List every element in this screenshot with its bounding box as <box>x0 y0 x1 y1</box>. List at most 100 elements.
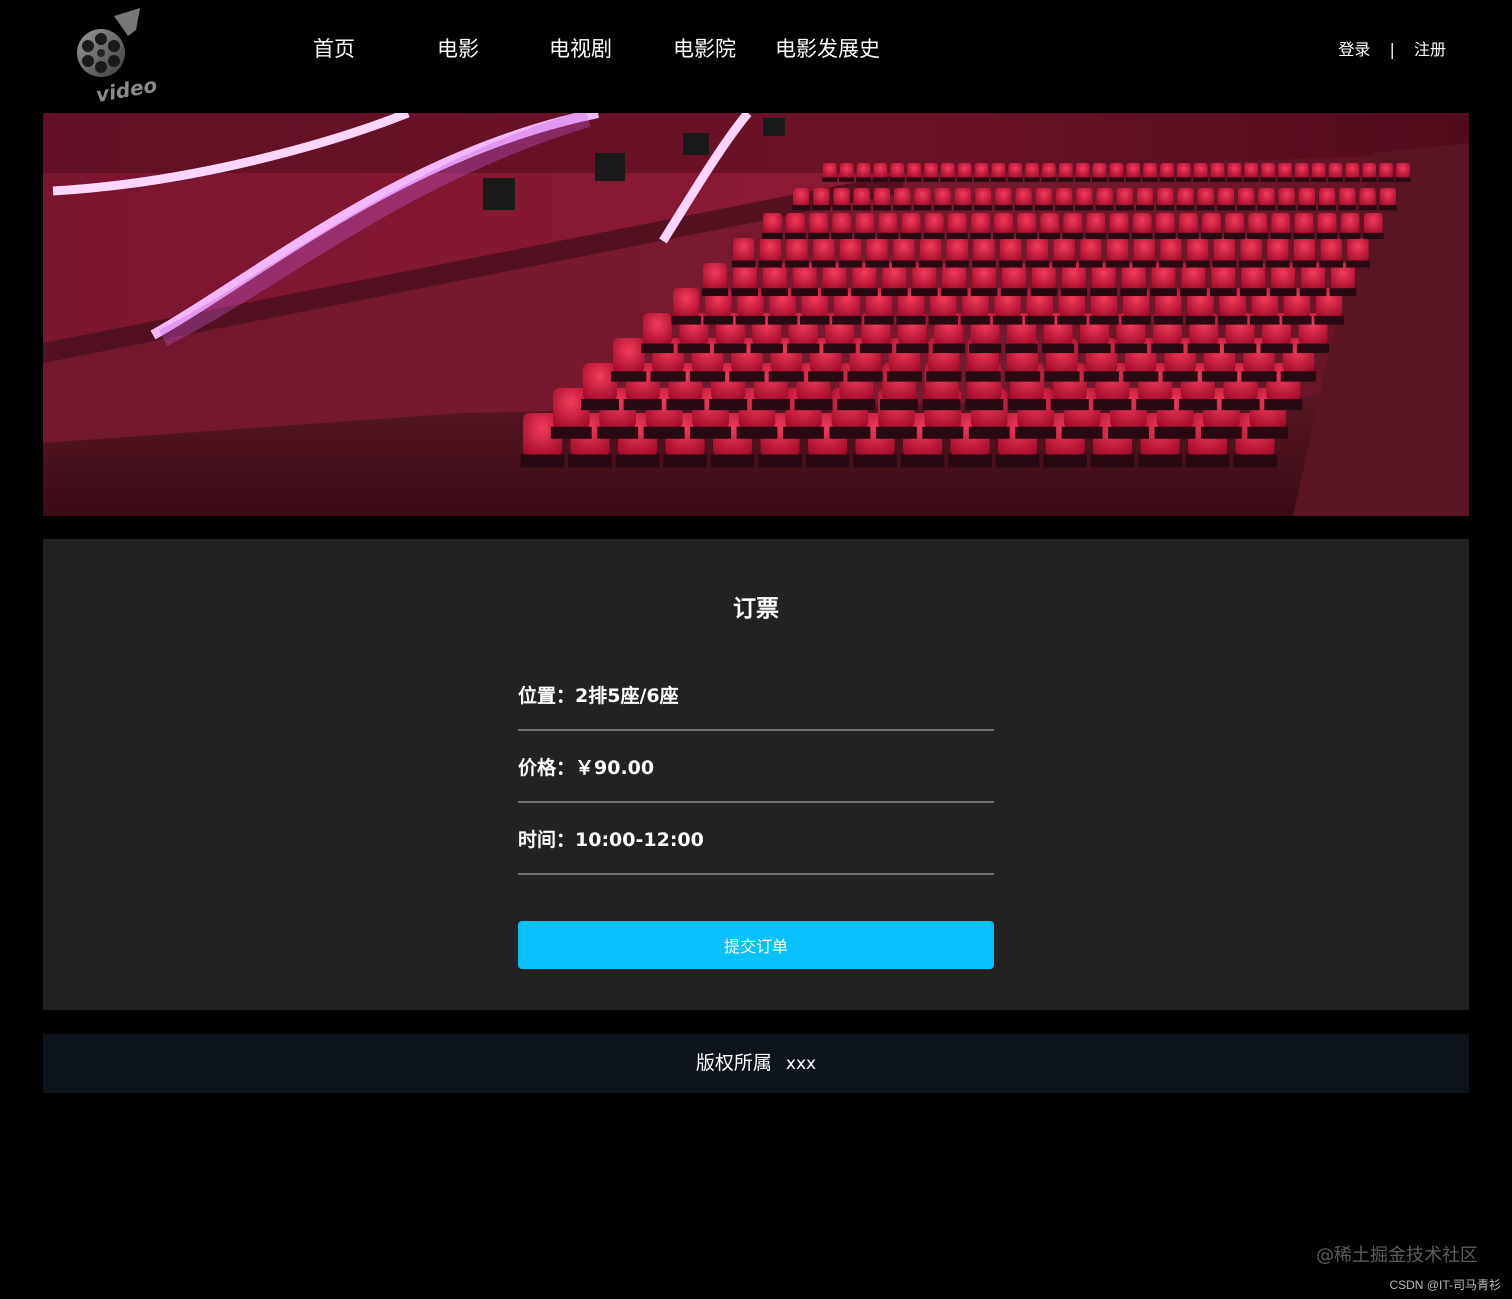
seat-base <box>1041 343 1075 354</box>
auth-links: 登录 | 注册 <box>1338 36 1446 63</box>
theater-seat <box>941 163 955 179</box>
theater-seat <box>1143 163 1157 179</box>
seat-base <box>838 260 863 268</box>
theater-seat <box>1086 213 1106 234</box>
theater-seat <box>793 188 810 207</box>
seat-base <box>1162 371 1198 382</box>
seat-base <box>923 232 945 239</box>
seat-base <box>1282 315 1312 325</box>
seat-base <box>1277 205 1296 211</box>
login-link[interactable]: 登录 <box>1338 37 1370 63</box>
seat-base <box>940 177 956 182</box>
seat-base <box>889 177 905 182</box>
seat-base <box>1123 371 1159 382</box>
seat-base <box>968 426 1010 439</box>
seat-base <box>896 343 929 354</box>
theater-seat <box>1040 213 1060 234</box>
theater-seat <box>1294 213 1314 234</box>
seat-base <box>960 315 991 325</box>
nav-film-history[interactable]: 电影发展史 <box>775 32 880 66</box>
seat-base <box>808 371 844 382</box>
theater-seat <box>957 163 972 179</box>
nav-home[interactable]: 首页 <box>313 32 355 66</box>
theater-seat <box>1056 188 1073 207</box>
theater-seat <box>1053 238 1075 262</box>
theater-seat <box>901 213 921 234</box>
seat-base <box>1243 177 1259 182</box>
seat-base <box>851 288 878 297</box>
seat-base <box>1180 288 1207 297</box>
seat-base <box>1257 205 1276 211</box>
theater-seat <box>907 163 921 179</box>
seat-base <box>913 205 932 211</box>
theater-seat <box>971 213 990 234</box>
seat-base <box>736 426 778 439</box>
seat-base <box>1314 315 1344 325</box>
theater-seat <box>583 363 617 401</box>
seat-base <box>847 371 883 382</box>
seat-base <box>1270 232 1292 239</box>
seat-base <box>520 454 565 468</box>
seat-value: 2排5座/6座 <box>575 685 679 707</box>
register-link[interactable]: 注册 <box>1414 37 1446 63</box>
theater-seat <box>1063 213 1083 234</box>
theater-seat <box>673 288 700 318</box>
seat-base <box>1093 399 1132 411</box>
seat-base <box>783 426 824 439</box>
seat-base <box>731 288 759 297</box>
seat-base <box>1185 315 1216 325</box>
seat-base <box>969 343 1002 354</box>
theater-seat <box>1059 163 1073 179</box>
seat-base <box>581 399 619 411</box>
theater-seat <box>833 188 850 207</box>
nav-movies[interactable]: 电影 <box>437 32 479 66</box>
seat-base <box>1025 260 1050 268</box>
submit-order-button[interactable]: 提交订单 <box>518 921 994 969</box>
seat-base <box>735 315 766 325</box>
theater-seat <box>1075 163 1090 179</box>
theater-seat <box>894 188 911 207</box>
seat-base <box>1378 177 1394 182</box>
seat-base <box>1209 177 1226 182</box>
theater-seat <box>1217 188 1235 207</box>
seat-base <box>1058 177 1074 182</box>
theater-seat <box>1008 163 1023 179</box>
seat-base <box>1216 205 1235 211</box>
seat-base <box>969 232 991 239</box>
theater-seat <box>1042 163 1056 179</box>
theater-seat <box>1298 188 1315 207</box>
theater-seat <box>991 163 1006 179</box>
theater-seat <box>1035 188 1052 207</box>
theater-seat <box>839 238 862 262</box>
seat-label: 位置： <box>518 685 576 707</box>
seat-base <box>1260 177 1276 182</box>
seat-base <box>1247 426 1289 439</box>
seat-base <box>689 371 726 382</box>
seat-base <box>1057 315 1087 325</box>
seat-base <box>1154 232 1176 239</box>
seat-base <box>886 371 923 382</box>
theater-seat <box>954 188 972 207</box>
seat-base <box>1344 177 1360 182</box>
seat-base <box>1078 343 1111 354</box>
theater-seat <box>947 213 967 234</box>
seat-base <box>1176 177 1192 182</box>
seat-base <box>965 399 1004 411</box>
seat-base <box>1090 288 1118 297</box>
seat-base <box>881 288 908 297</box>
seat-base <box>812 205 831 211</box>
nav-tv-series[interactable]: 电视剧 <box>549 32 612 66</box>
seat-base <box>972 260 996 268</box>
seat-base <box>785 232 806 239</box>
theater-seat <box>1160 238 1182 262</box>
nav-cinemas[interactable]: 电影院 <box>673 32 736 66</box>
theater-seat <box>1227 163 1242 179</box>
seat-base <box>1142 177 1158 182</box>
theater-seat <box>1258 188 1275 207</box>
logo[interactable]: video <box>70 6 160 107</box>
seat-base <box>1125 177 1141 182</box>
seat-base <box>1062 232 1084 239</box>
seat-base <box>1269 288 1297 297</box>
seat-base <box>928 315 959 325</box>
theater-seat <box>759 238 781 262</box>
